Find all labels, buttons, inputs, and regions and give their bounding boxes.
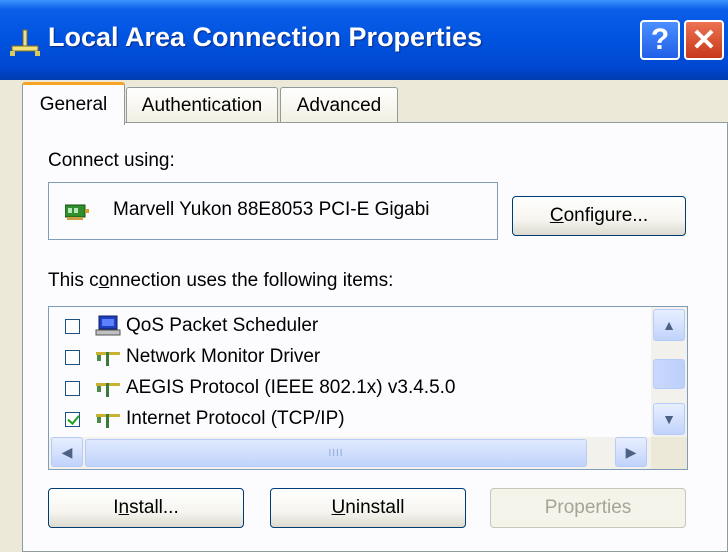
connect-using-label: Connect using:	[48, 150, 175, 171]
network-service-icon	[95, 315, 121, 336]
list-item-aegis[interactable]: AEGIS Protocol (IEEE 802.1x) v3.4.5.0	[65, 373, 645, 403]
qos-checkbox[interactable]	[65, 318, 80, 334]
connection-items-list[interactable]: QoS Packet Scheduler Network Monitor Dri…	[48, 306, 688, 470]
tab-general[interactable]: General	[22, 82, 125, 125]
adapter-field: Marvell Yukon 88E8053 PCI-E Gigabi	[48, 182, 498, 240]
help-button[interactable]: ?	[640, 20, 680, 60]
chevron-down-icon: ▼	[662, 411, 676, 427]
network-connection-icon	[10, 29, 40, 56]
scroll-down-button[interactable]: ▼	[653, 403, 685, 435]
network-monitor-checkbox[interactable]	[65, 349, 80, 365]
chevron-up-icon: ▲	[662, 317, 676, 333]
network-protocol-icon	[96, 414, 120, 428]
tab-advanced[interactable]: Advanced	[280, 87, 398, 123]
items-label: This connection uses the following items…	[48, 270, 394, 291]
close-icon: ✕	[691, 23, 717, 57]
item-label: AEGIS Protocol (IEEE 802.1x) v3.4.5.0	[126, 377, 456, 398]
scroll-left-button[interactable]: ◀	[51, 437, 83, 467]
install-label: Install...	[113, 497, 179, 518]
list-item-tcpip[interactable]: Internet Protocol (TCP/IP)	[65, 404, 645, 434]
configure-label: Configure...	[549, 205, 649, 226]
uninstall-button[interactable]: Uninstall	[270, 488, 466, 528]
item-label: QoS Packet Scheduler	[126, 315, 319, 336]
adapter-name: Marvell Yukon 88E8053 PCI-E Gigabi	[113, 199, 430, 220]
configure-button[interactable]: Configure...	[512, 196, 686, 236]
tab-authentication[interactable]: Authentication	[126, 87, 278, 123]
chevron-right-icon: ▶	[625, 443, 637, 460]
item-label: Network Monitor Driver	[126, 346, 321, 367]
scroll-right-button[interactable]: ▶	[615, 437, 647, 467]
vertical-scrollbar[interactable]: ▲ ▼	[651, 307, 687, 437]
network-protocol-icon	[96, 352, 120, 366]
close-button[interactable]: ✕	[684, 20, 724, 60]
install-button[interactable]: Install...	[48, 488, 244, 528]
properties-button[interactable]: Properties	[490, 488, 686, 528]
chevron-left-icon: ◀	[61, 443, 73, 460]
aegis-checkbox[interactable]	[65, 380, 80, 396]
item-label: Internet Protocol (TCP/IP)	[126, 408, 345, 429]
horizontal-scroll-thumb[interactable]: IIII	[85, 439, 587, 467]
vertical-scroll-thumb[interactable]	[653, 359, 685, 389]
scroll-grip: IIII	[328, 447, 344, 459]
help-icon: ?	[650, 23, 670, 56]
window-title: Local Area Connection Properties	[48, 22, 483, 52]
network-adapter-icon	[65, 204, 89, 220]
horizontal-scrollbar[interactable]: ◀ IIII ▶	[49, 437, 651, 469]
uninstall-label: Uninstall	[331, 497, 405, 518]
scroll-up-button[interactable]: ▲	[653, 309, 685, 341]
network-protocol-icon	[96, 383, 120, 397]
list-item-network-monitor[interactable]: Network Monitor Driver	[65, 342, 645, 372]
scrollbar-corner	[651, 437, 687, 469]
title-bar[interactable]: Local Area Connection Properties ? ✕	[0, 0, 728, 80]
list-item-qos[interactable]: QoS Packet Scheduler	[65, 311, 645, 341]
tcpip-checkbox[interactable]	[65, 411, 80, 427]
properties-label: Properties	[544, 497, 632, 518]
